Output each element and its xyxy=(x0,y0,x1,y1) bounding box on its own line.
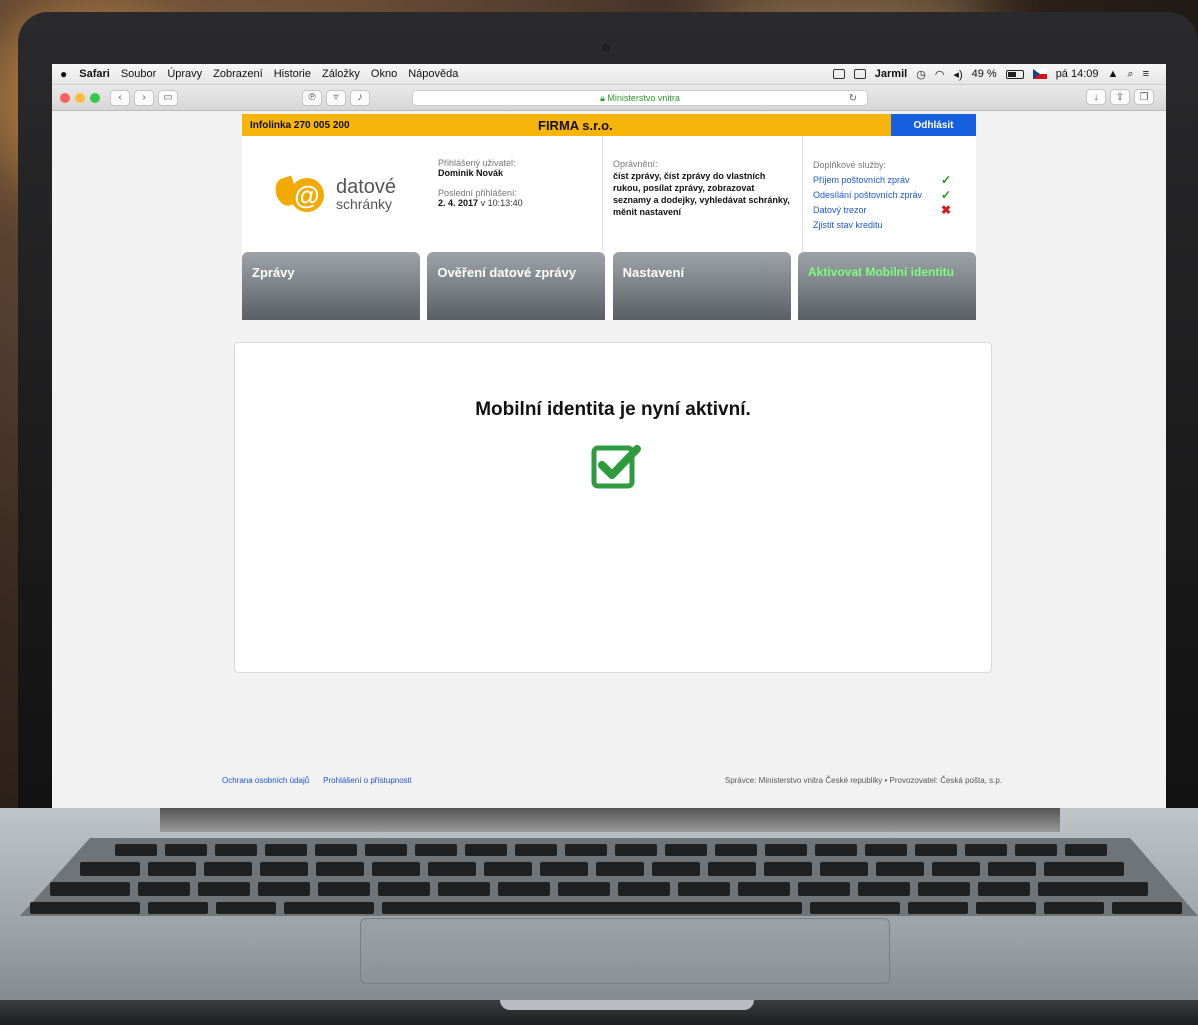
forward-button[interactable]: › xyxy=(134,89,154,106)
checked-box-icon xyxy=(591,445,641,489)
pinterest-icon[interactable]: ℗ xyxy=(302,89,322,106)
notification-icon[interactable]: ≡ xyxy=(1143,68,1149,80)
tab-overeni[interactable]: Ověření datové zprávy xyxy=(427,252,606,320)
service-item: Odesílání poštovních zpráv ✓ xyxy=(813,188,951,203)
service-link[interactable]: Příjem poštovních zpráv xyxy=(813,173,910,188)
result-panel: Mobilní identita je nyní aktivní. xyxy=(234,342,992,673)
shield-icon[interactable]: ▿ xyxy=(326,89,346,106)
display-icon[interactable] xyxy=(853,69,866,79)
check-icon: ✓ xyxy=(940,188,951,202)
menu-okno[interactable]: Okno xyxy=(371,68,397,80)
menu-zalozky[interactable]: Záložky xyxy=(322,68,360,80)
keyboard xyxy=(20,838,1198,916)
logout-button[interactable]: Odhlásit xyxy=(891,114,976,136)
menu-upravy[interactable]: Úpravy xyxy=(167,68,202,80)
input-flag-icon[interactable] xyxy=(1032,69,1047,79)
accessibility-link[interactable]: Prohlášení o přístupnosti xyxy=(323,776,412,785)
infoline: Infolinka 270 005 200 xyxy=(250,119,350,131)
last-login-time: v 10:13:40 xyxy=(480,198,523,208)
screen: ● Safari Soubor Úpravy Zobrazení Histori… xyxy=(52,64,1166,808)
check-icon: ✓ xyxy=(940,173,951,187)
user-column: Přihlášený uživatel: Dominik Novák Posle… xyxy=(428,136,602,252)
apple-icon[interactable]: ● xyxy=(60,67,67,81)
minimize-window-button[interactable] xyxy=(75,92,85,103)
logo-text: datové schránky xyxy=(335,176,397,212)
user-name: Dominik Novák xyxy=(438,168,504,178)
logo[interactable]: @ datové schránky xyxy=(242,136,428,252)
menu-napoveda[interactable]: Nápověda xyxy=(408,68,458,80)
last-login-label: Poslední přihlášení: xyxy=(438,188,518,198)
web-page: Infolinka 270 005 200 FIRMA s.r.o. Odhlá… xyxy=(228,114,996,678)
account-info: @ datové schránky Přihlášený uživatel: D… xyxy=(242,136,976,252)
content-area: Mobilní identita je nyní aktivní. xyxy=(228,326,996,678)
permissions-column: Oprávnění: číst zprávy, číst zprávy do v… xyxy=(602,136,802,252)
menu-historie[interactable]: Historie xyxy=(274,68,311,80)
last-login-date: 2. 4. 2017 xyxy=(438,198,479,208)
menu-app-name[interactable]: Safari xyxy=(79,68,110,80)
operator-text: Správce: Ministerstvo vnitra České repub… xyxy=(724,776,1002,785)
tab-zpravy[interactable]: Zprávy xyxy=(242,252,420,320)
battery-percent[interactable]: 49 % xyxy=(972,68,997,80)
tab-nastaveni[interactable]: Nastavení xyxy=(612,252,791,320)
tab-mobilni-identita[interactable]: Aktivovat Mobilní identitu xyxy=(797,252,976,320)
reload-icon[interactable]: ↻ xyxy=(849,93,857,104)
webcam xyxy=(600,42,612,54)
address-text: Ministerstvo vnitra xyxy=(607,93,680,103)
zoom-window-button[interactable] xyxy=(90,92,100,103)
menu-zobrazeni[interactable]: Zobrazení xyxy=(213,68,263,80)
laptop-hinge xyxy=(160,808,1060,832)
menu-soubor[interactable]: Soubor xyxy=(121,68,156,80)
success-message: Mobilní identita je nyní aktivní. xyxy=(475,399,751,420)
clock[interactable]: pá 14:09 xyxy=(1056,68,1099,80)
tabs-icon[interactable]: ❐ xyxy=(1134,89,1154,105)
user-name[interactable]: Jarmil xyxy=(875,68,907,80)
wifi-icon[interactable]: ◠ xyxy=(935,68,945,81)
trackpad xyxy=(360,918,890,984)
laptop-notch xyxy=(500,1000,754,1010)
volume-icon[interactable]: ◂) xyxy=(953,68,962,81)
safari-toolbar: ‹ › ▭ ℗ ▿ ♪ 🔒︎ Ministerstvo vnitra ↻ ↓ ⇪… xyxy=(52,85,1166,111)
check-credit-link[interactable]: Zjistit stav kreditu xyxy=(813,220,883,230)
back-button[interactable]: ‹ xyxy=(110,89,130,106)
logo-mark-icon: @ xyxy=(272,175,334,212)
share-icon[interactable]: ⇪ xyxy=(1110,89,1130,105)
main-tabs: Zprávy Ověření datové zprávy Nastavení A… xyxy=(242,252,976,320)
toolbar-right: ↓ ⇪ ❐ xyxy=(1086,89,1158,105)
cross-icon: ✖ xyxy=(940,203,951,217)
mac-menubar: ● Safari Soubor Úpravy Zobrazení Histori… xyxy=(52,64,1166,85)
page-footer: Ochrana osobních údajů Prohlášení o přís… xyxy=(222,776,1002,785)
status-icon[interactable] xyxy=(832,69,845,79)
privacy-link[interactable]: Ochrana osobních údajů xyxy=(222,776,309,785)
company-name: FIRMA s.r.o. xyxy=(538,117,613,133)
top-bar: Infolinka 270 005 200 FIRMA s.r.o. Odhlá… xyxy=(242,114,976,136)
sidebar-icon[interactable]: ▭ xyxy=(158,89,178,106)
service-item: Datový trezor ✖ xyxy=(813,203,951,218)
service-item: Příjem poštovních zpráv ✓ xyxy=(813,173,951,188)
service-link[interactable]: Odesílání poštovních zpráv xyxy=(813,188,922,203)
extension-icon[interactable]: ♪ xyxy=(350,89,370,106)
service-link[interactable]: Datový trezor xyxy=(813,203,867,218)
user-icon[interactable]: ▲ xyxy=(1108,68,1119,80)
address-bar[interactable]: 🔒︎ Ministerstvo vnitra ↻ xyxy=(412,90,868,106)
lock-icon: 🔒︎ xyxy=(600,92,605,103)
battery-icon[interactable] xyxy=(1005,69,1024,79)
user-label: Přihlášený uživatel: xyxy=(438,158,516,168)
permissions-label: Oprávnění: xyxy=(613,159,658,169)
menubar-status: Jarmil ◷ ◠ ◂) 49 % pá 14:09 ▲ ⌕ ≡ xyxy=(832,68,1158,81)
services-column: Doplňkové služby: Příjem poštovních zprá… xyxy=(802,136,974,252)
close-window-button[interactable] xyxy=(60,92,70,103)
downloads-icon[interactable]: ↓ xyxy=(1086,89,1106,105)
permissions-text: číst zprávy, číst zprávy do vlastních ru… xyxy=(613,171,790,217)
spotlight-icon[interactable]: ⌕ xyxy=(1127,68,1133,81)
timemachine-icon[interactable]: ◷ xyxy=(916,68,926,81)
services-label: Doplňkové služby: xyxy=(813,160,887,170)
